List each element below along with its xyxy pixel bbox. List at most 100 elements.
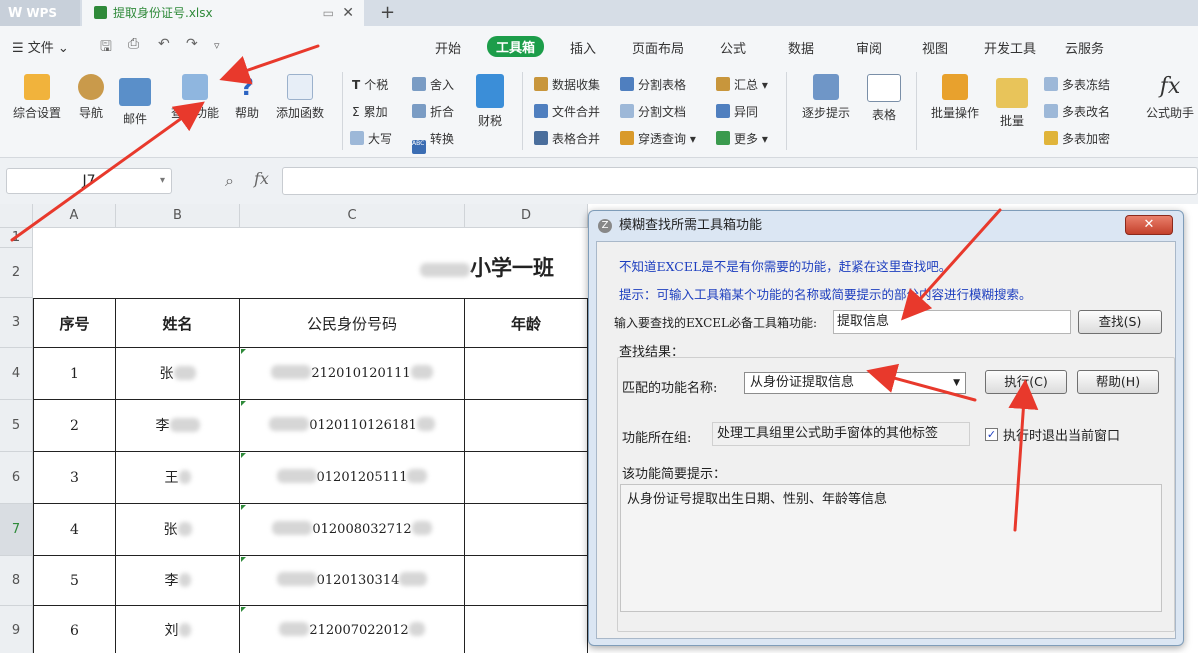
row-header[interactable]: 2 (0, 248, 33, 298)
undo-icon[interactable]: ↶ (158, 36, 170, 52)
cell-name[interactable]: 张 (116, 348, 240, 400)
batch-operation-button[interactable]: 批量操作 (924, 74, 986, 121)
cell-id[interactable]: 01201205111 (240, 452, 465, 504)
multi-freeze-button[interactable]: 多表冻结 (1044, 76, 1110, 93)
cell-age[interactable] (465, 504, 588, 556)
customize-dropdown-icon[interactable]: ▿ (214, 39, 220, 52)
data-collect-button[interactable]: 数据收集 (534, 76, 600, 93)
cell-id[interactable]: 212010120111 (240, 348, 465, 400)
cell-name[interactable]: 李 (116, 556, 240, 606)
column-header[interactable]: D (465, 204, 588, 228)
batch-button[interactable]: 批量 (992, 78, 1032, 129)
row-header[interactable]: 4 (0, 348, 33, 400)
column-header[interactable]: A (33, 204, 116, 228)
navigation-button[interactable]: 导航 (74, 74, 108, 121)
cell-name[interactable]: 张 (116, 504, 240, 556)
exit-window-label[interactable]: 执行时退出当前窗口 (1003, 425, 1120, 444)
header-cell-age[interactable]: 年龄 (465, 298, 588, 348)
fold-button[interactable]: 折合 (412, 103, 454, 120)
row-header[interactable]: 1 (0, 228, 33, 248)
execute-button[interactable]: 执行(C) (985, 370, 1067, 394)
tax-button[interactable]: T 个税 (352, 76, 388, 93)
help-button[interactable]: 帮助(H) (1077, 370, 1159, 394)
uppercase-button[interactable]: 大写 (350, 130, 392, 147)
dialog-title-bar[interactable]: Z 模糊查找所需工具箱功能 (589, 211, 1183, 241)
cell-no[interactable]: 2 (33, 400, 116, 452)
chevron-down-icon[interactable]: ▾ (160, 169, 165, 193)
step-hint-button[interactable]: 逐步提示 (796, 74, 856, 121)
header-cell-id[interactable]: 公民身份号码 (240, 298, 465, 348)
save-icon[interactable]: 🖫 (100, 36, 112, 60)
summary-button[interactable]: 汇总 ▾ (716, 76, 768, 93)
row-header[interactable]: 3 (0, 298, 33, 348)
exit-window-checkbox[interactable]: ✓ (985, 428, 998, 441)
zoom-magnifier-icon[interactable]: ⌕ (225, 171, 234, 191)
column-header[interactable]: C (240, 204, 465, 228)
tab-formula[interactable]: 公式 (720, 38, 746, 57)
print-icon[interactable]: ⎙ (128, 36, 139, 52)
split-table-button[interactable]: 分割表格 (620, 76, 686, 93)
window-mode-icon[interactable]: ▭ (323, 0, 334, 26)
file-menu[interactable]: ☰ 文件 ⌄ (12, 37, 69, 56)
help-button[interactable]: ? 帮助 (232, 74, 262, 121)
tab-view[interactable]: 视图 (922, 38, 948, 57)
tab-start[interactable]: 开始 (435, 38, 461, 57)
cell-age[interactable] (465, 452, 588, 504)
close-tab-button[interactable]: ✕ (342, 0, 354, 26)
header-cell-name[interactable]: 姓名 (116, 298, 240, 348)
name-box[interactable]: J7 ▾ (6, 168, 172, 194)
round-button[interactable]: 舍入 (412, 76, 454, 93)
tab-review[interactable]: 审阅 (856, 38, 882, 57)
match-select[interactable]: 从身份证提取信息 ▼ (744, 372, 966, 394)
cell-age[interactable] (465, 606, 588, 653)
diff-button[interactable]: 异同 (716, 103, 758, 120)
row-header[interactable]: 8 (0, 556, 33, 606)
cell-age[interactable] (465, 556, 588, 606)
cell-no[interactable]: 1 (33, 348, 116, 400)
tab-page-layout[interactable]: 页面布局 (632, 38, 684, 57)
split-doc-button[interactable]: 分割文档 (620, 103, 686, 120)
formula-input[interactable] (282, 167, 1198, 195)
sheet-title[interactable]: 小学一班 (420, 252, 554, 282)
tab-insert[interactable]: 插入 (570, 38, 596, 57)
tab-cloud[interactable]: 云服务 (1065, 38, 1104, 57)
cell-age[interactable] (465, 400, 588, 452)
wps-app-tab[interactable]: W WPS (0, 0, 80, 26)
multi-encrypt-button[interactable]: 多表加密 (1044, 130, 1110, 147)
file-merge-button[interactable]: 文件合并 (534, 103, 600, 120)
add-function-button[interactable]: 添加函数 (270, 74, 330, 121)
cell-name[interactable]: 王 (116, 452, 240, 504)
insert-function-icon[interactable]: fx (254, 169, 269, 188)
tab-toolbox[interactable]: 工具箱 (487, 36, 545, 57)
tab-developer[interactable]: 开发工具 (984, 38, 1036, 57)
row-header-selected[interactable]: 7 (0, 504, 33, 556)
multi-rename-button[interactable]: 多表改名 (1044, 103, 1110, 120)
general-settings-button[interactable]: 综合设置 (8, 74, 66, 121)
file-tab[interactable]: 提取身份证号.xlsx ▭ ✕ (82, 0, 364, 26)
find-function-button[interactable]: 查找功能 (164, 74, 226, 121)
close-button[interactable]: ✕ (1125, 215, 1173, 235)
accumulate-button[interactable]: Σ 累加 (352, 103, 388, 120)
tab-data[interactable]: 数据 (788, 38, 814, 57)
cross-query-button[interactable]: 穿透查询 ▾ (620, 130, 696, 147)
brief-textarea[interactable]: 从身份证号提取出生日期、性别、年龄等信息 (620, 484, 1162, 612)
row-header[interactable]: 5 (0, 400, 33, 452)
table-merge-button[interactable]: 表格合并 (534, 130, 600, 147)
cell-name[interactable]: 李 (116, 400, 240, 452)
cell-no[interactable]: 4 (33, 504, 116, 556)
cell-age[interactable] (465, 348, 588, 400)
select-all-corner[interactable] (0, 204, 33, 228)
search-input[interactable]: 提取信息 (833, 310, 1071, 334)
row-header[interactable]: 6 (0, 452, 33, 504)
search-button[interactable]: 查找(S) (1078, 310, 1162, 334)
header-cell-no[interactable]: 序号 (33, 298, 116, 348)
more-button[interactable]: 更多 ▾ (716, 130, 768, 147)
convert-button[interactable]: ABC 123转换 (412, 130, 454, 154)
column-header[interactable]: B (116, 204, 240, 228)
mail-button[interactable]: 邮件 (114, 78, 156, 127)
cell-no[interactable]: 3 (33, 452, 116, 504)
redo-icon[interactable]: ↷ (186, 36, 198, 52)
cell-no[interactable]: 6 (33, 606, 116, 653)
cell-id[interactable]: 0120130314 (240, 556, 465, 606)
cell-id[interactable]: 012008032712 (240, 504, 465, 556)
